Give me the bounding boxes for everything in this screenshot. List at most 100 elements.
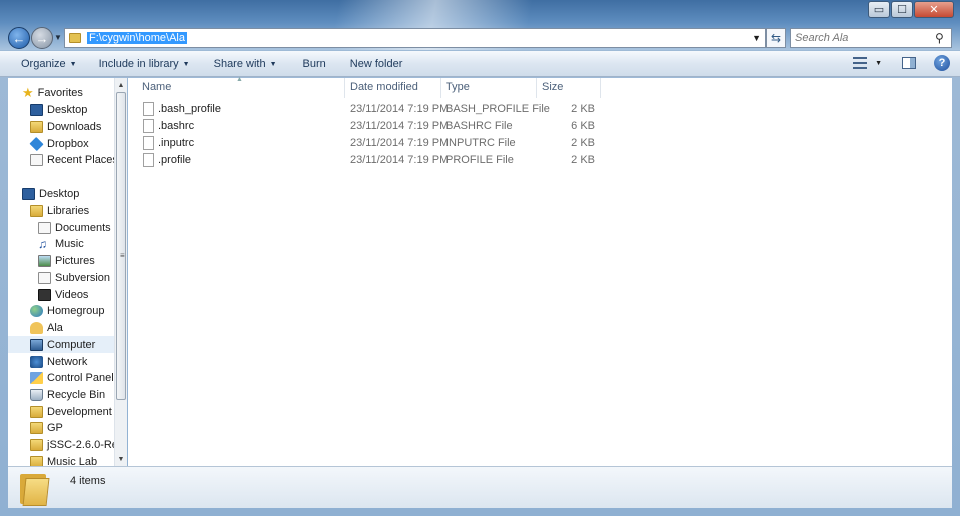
- share-with-button[interactable]: Share with ▼: [200, 58, 287, 70]
- column-size[interactable]: Size: [542, 81, 563, 93]
- nav-documents[interactable]: Documents: [38, 219, 111, 236]
- file-type: BASHRC File: [446, 120, 513, 132]
- nav-label: Ala: [47, 321, 63, 334]
- organize-button[interactable]: Organize ▼: [0, 58, 87, 70]
- chevron-down-icon: ▼: [69, 60, 77, 68]
- folder-icon: [69, 33, 81, 43]
- scrollbar-thumb[interactable]: ≡: [116, 92, 126, 400]
- nav-desktop[interactable]: Desktop: [22, 185, 79, 202]
- folder-icon: [20, 472, 50, 506]
- nav-music-lab[interactable]: Music Lab: [30, 453, 97, 466]
- refresh-button[interactable]: ⇆: [766, 28, 786, 48]
- maximize-button[interactable]: ☐: [891, 1, 913, 18]
- item-count: 4 items: [70, 475, 106, 487]
- table-row[interactable]: .inputrc 23/11/2014 7:19 PM INPUTRC File…: [128, 135, 608, 152]
- pictures-icon: [38, 254, 51, 267]
- control-panel-icon: [30, 371, 43, 384]
- nav-label: Homegroup: [47, 304, 105, 317]
- column-divider[interactable]: [536, 78, 537, 98]
- nav-label: Downloads: [47, 120, 102, 133]
- grip-icon: ≡: [120, 251, 125, 260]
- window-controls: ▭ ☐ ✕: [867, 1, 954, 18]
- nav-development[interactable]: Development: [30, 403, 112, 420]
- minimize-button[interactable]: ▭: [868, 1, 890, 18]
- search-icon[interactable]: ⚲: [935, 31, 944, 45]
- computer-icon: [30, 338, 43, 351]
- file-size: 2 KB: [571, 137, 595, 149]
- change-view-button[interactable]: ▼: [853, 57, 882, 69]
- nav-label: Favorites: [37, 86, 83, 99]
- burn-button[interactable]: Burn: [287, 58, 336, 70]
- file-size: 6 KB: [571, 120, 595, 132]
- file-size: 2 KB: [571, 103, 595, 115]
- column-name[interactable]: Name: [142, 81, 171, 93]
- nav-label: Videos: [55, 288, 89, 301]
- nav-subversion[interactable]: Subversion: [38, 269, 110, 286]
- column-divider[interactable]: [344, 78, 345, 98]
- close-button[interactable]: ✕: [914, 1, 954, 18]
- nav-label: Recent Places: [47, 153, 114, 166]
- recent-pages-dropdown[interactable]: ▼: [54, 33, 62, 42]
- column-date-modified[interactable]: Date modified: [350, 81, 418, 93]
- nav-recent-places[interactable]: Recent Places: [30, 151, 114, 168]
- address-bar[interactable]: F:\cygwin\home\Ala ▼: [64, 28, 766, 48]
- nav-music[interactable]: ♫ Music: [38, 235, 84, 252]
- column-divider[interactable]: [600, 78, 601, 98]
- nav-dropbox[interactable]: Dropbox: [29, 135, 89, 152]
- nav-control-panel[interactable]: Control Panel: [30, 369, 114, 386]
- back-button[interactable]: ←: [8, 27, 30, 49]
- include-in-library-button[interactable]: Include in library ▼: [87, 58, 200, 70]
- nav-homegroup[interactable]: Homegroup: [30, 302, 104, 319]
- nav-computer[interactable]: Computer: [8, 336, 114, 353]
- arrow-left-icon: ←: [12, 30, 26, 46]
- search-box[interactable]: ⚲: [790, 28, 952, 48]
- nav-label: Control Panel: [47, 371, 114, 384]
- network-icon: [30, 355, 43, 368]
- scroll-down-icon[interactable]: ▼: [115, 452, 127, 466]
- desktop-icon: [22, 187, 35, 200]
- nav-libraries[interactable]: Libraries: [30, 202, 89, 219]
- nav-label: Recycle Bin: [47, 388, 106, 401]
- views-icon: [853, 57, 868, 69]
- column-divider[interactable]: [440, 78, 441, 98]
- nav-recycle-bin[interactable]: Recycle Bin: [30, 386, 105, 403]
- nav-label: Development: [47, 405, 112, 418]
- table-row[interactable]: .profile 23/11/2014 7:19 PM PROFILE File…: [128, 152, 608, 169]
- nav-jssc[interactable]: jSSC-2.6.0-Rele: [30, 436, 114, 453]
- nav-downloads[interactable]: Downloads: [30, 118, 101, 135]
- new-folder-button[interactable]: New folder: [336, 58, 413, 70]
- documents-icon: [38, 221, 51, 234]
- nav-label: Subversion: [55, 271, 111, 284]
- homegroup-icon: [30, 304, 43, 317]
- include-label: Include in library: [98, 57, 179, 70]
- nav-pictures[interactable]: Pictures: [38, 252, 95, 269]
- address-path[interactable]: F:\cygwin\home\Ala: [87, 32, 187, 44]
- nav-desktop-fav[interactable]: Desktop: [30, 101, 87, 118]
- column-type[interactable]: Type: [446, 81, 470, 93]
- forward-button[interactable]: →: [31, 27, 53, 49]
- nav-ala[interactable]: Ala: [30, 319, 63, 336]
- share-label: Share with: [213, 57, 266, 70]
- preview-pane-icon[interactable]: [902, 57, 916, 69]
- nav-favorites[interactable]: ★ Favorites: [22, 84, 83, 101]
- nav-gp[interactable]: GP: [30, 419, 63, 436]
- help-icon[interactable]: ?: [934, 55, 950, 71]
- chevron-down-icon[interactable]: ▼: [752, 33, 761, 43]
- file-size: 2 KB: [571, 154, 595, 166]
- table-row[interactable]: .bash_profile 23/11/2014 7:19 PM BASH_PR…: [128, 101, 608, 118]
- nav-label: Computer: [47, 338, 96, 351]
- libraries-icon: [30, 204, 43, 217]
- navigation-pane[interactable]: ★ Favorites Desktop Downloads Dropbox Rec…: [8, 78, 114, 466]
- file-list[interactable]: ▲ Name Date modified Type Size .bash_pro…: [128, 76, 952, 466]
- file-date: 23/11/2014 7:19 PM: [350, 137, 449, 149]
- nav-label: Network: [47, 355, 88, 368]
- navigation-scrollbar[interactable]: ▲ ≡ ▼: [114, 78, 127, 466]
- table-row[interactable]: .bashrc 23/11/2014 7:19 PM BASHRC File 6…: [128, 118, 608, 135]
- nav-videos[interactable]: Videos: [38, 286, 88, 303]
- search-input[interactable]: [795, 32, 935, 44]
- nav-network[interactable]: Network: [30, 353, 87, 370]
- nav-label: Dropbox: [47, 137, 89, 150]
- user-folder-icon: [30, 321, 43, 334]
- file-name: .bash_profile: [158, 103, 221, 115]
- scroll-up-icon[interactable]: ▲: [115, 78, 127, 92]
